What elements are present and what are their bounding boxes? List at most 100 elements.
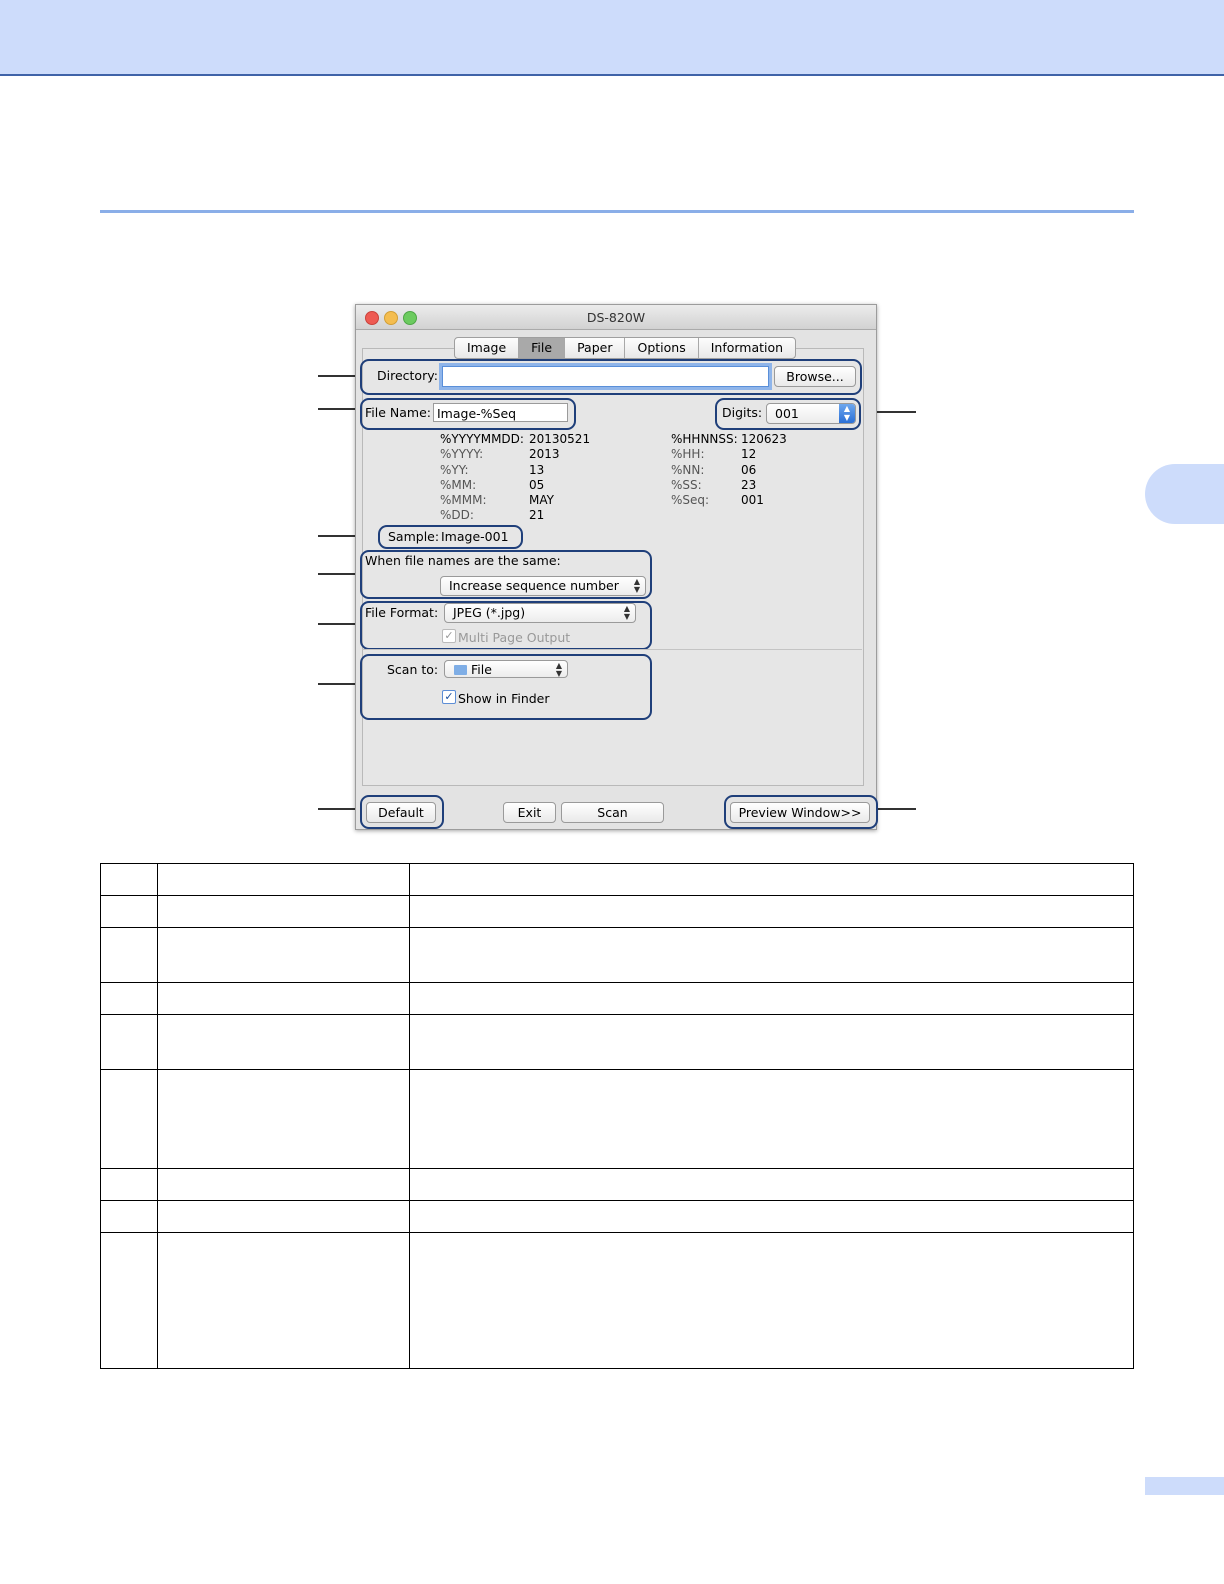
table-cell xyxy=(409,1168,1134,1201)
table-row xyxy=(100,1014,1134,1070)
table-row xyxy=(100,982,1134,1015)
scan-to-select[interactable]: File ▲ ▼ xyxy=(444,660,568,678)
var-value: 06 xyxy=(741,462,757,477)
variables-right-values: 120623 12 06 23 001 xyxy=(741,432,787,508)
var-value: 12 xyxy=(741,447,757,462)
multi-page-label: Multi Page Output xyxy=(458,630,571,645)
table-cell xyxy=(157,927,410,983)
table-row xyxy=(100,1069,1134,1169)
scan-to-label: Scan to: xyxy=(387,662,439,677)
var-key: %Seq: xyxy=(671,493,710,508)
table-cell xyxy=(157,863,410,896)
leader-line-preview xyxy=(877,808,916,810)
directory-label: Directory: xyxy=(377,368,438,383)
table-row xyxy=(100,863,1134,896)
variables-left-values: 20130521 2013 13 05 MAY 21 xyxy=(529,432,590,524)
var-value: 20130521 xyxy=(529,432,591,446)
table-cell xyxy=(157,1069,410,1169)
header-band xyxy=(0,0,1224,76)
table-cell xyxy=(409,1014,1134,1070)
var-value: 13 xyxy=(529,462,545,477)
stepper-arrows-icon: ▲ ▼ xyxy=(839,404,855,423)
var-key: %HH: xyxy=(671,447,705,462)
tab-image[interactable]: Image xyxy=(455,338,520,358)
var-value: 05 xyxy=(529,477,545,492)
digits-value: 001 xyxy=(775,406,799,421)
leader-line-directory xyxy=(318,375,360,377)
variables-left-keys: %YYYYMMDD: %YYYY: %YY: %MM: %MMM: %DD: xyxy=(440,432,524,524)
var-key: %MMM: xyxy=(440,493,487,508)
table-cell xyxy=(157,895,410,928)
var-value: 001 xyxy=(741,493,764,508)
leader-line-file-name xyxy=(318,408,360,410)
updown-arrows-icon: ▲ ▼ xyxy=(555,661,562,678)
scan-to-value: File xyxy=(471,662,492,677)
page-number-tab xyxy=(1145,1477,1224,1495)
digits-select[interactable]: 001 ▲ ▼ xyxy=(766,403,856,424)
table-cell xyxy=(409,982,1134,1015)
var-key: %YYYYMMDD: xyxy=(440,432,524,446)
leader-line-scan-to xyxy=(318,683,360,685)
table-cell xyxy=(157,1200,410,1233)
tab-paper[interactable]: Paper xyxy=(565,338,626,358)
browse-button[interactable]: Browse... xyxy=(774,366,856,387)
var-value: 2013 xyxy=(529,447,560,462)
show-in-finder-checkbox[interactable]: ✓ xyxy=(442,690,456,704)
file-name-field[interactable]: Image-%Seq xyxy=(433,403,568,422)
tab-bar: Image File Paper Options Information xyxy=(454,337,797,359)
tab-information[interactable]: Information xyxy=(699,338,795,358)
var-value: 23 xyxy=(741,477,757,492)
title-bar: DS-820W xyxy=(356,305,876,330)
variables-right-keys: %HHNNSS: %HH: %NN: %SS: %Seq: xyxy=(671,432,738,508)
leader-line-file-format xyxy=(318,623,360,625)
exit-button[interactable]: Exit xyxy=(503,802,556,823)
table-cell xyxy=(100,927,158,983)
table-row xyxy=(100,1232,1134,1369)
table-row xyxy=(100,895,1134,928)
table-cell xyxy=(409,895,1134,928)
var-key: %HHNNSS: xyxy=(671,432,738,446)
table-cell xyxy=(409,863,1134,896)
default-button[interactable]: Default xyxy=(366,802,436,823)
section-rule xyxy=(100,210,1134,213)
directory-field[interactable] xyxy=(442,366,769,387)
preview-window-button[interactable]: Preview Window>> xyxy=(730,802,870,823)
var-value: MAY xyxy=(529,493,554,508)
scan-button[interactable]: Scan xyxy=(561,802,664,823)
chapter-side-tab xyxy=(1145,464,1224,524)
var-value: 21 xyxy=(529,508,545,523)
sample-value: Image-001 xyxy=(441,529,509,544)
var-key: %MM: xyxy=(440,477,477,492)
var-key: %YY: xyxy=(440,462,469,477)
description-table xyxy=(100,863,1134,1369)
same-names-value: Increase sequence number xyxy=(449,578,619,593)
table-cell xyxy=(100,1232,158,1369)
table-cell xyxy=(409,1069,1134,1169)
var-value: 120623 xyxy=(741,432,787,446)
table-cell xyxy=(100,1200,158,1233)
table-cell xyxy=(409,1200,1134,1233)
table-cell xyxy=(409,927,1134,983)
same-names-select[interactable]: Increase sequence number ▲ ▼ xyxy=(440,576,646,596)
table-cell xyxy=(100,982,158,1015)
table-row xyxy=(100,1168,1134,1201)
table-cell xyxy=(409,1232,1134,1369)
sample-label: Sample: xyxy=(388,529,440,544)
file-format-value: JPEG (*.jpg) xyxy=(453,605,526,620)
tab-file[interactable]: File xyxy=(519,338,566,358)
file-name-label: File Name: xyxy=(365,405,431,420)
var-key: %NN: xyxy=(671,462,705,477)
var-key: %DD: xyxy=(440,508,474,523)
file-format-select[interactable]: JPEG (*.jpg) ▲ ▼ xyxy=(444,603,636,623)
tab-options[interactable]: Options xyxy=(625,338,699,358)
multi-page-checkbox[interactable]: ✓ xyxy=(442,629,456,643)
table-row xyxy=(100,1200,1134,1233)
table-cell xyxy=(157,982,410,1015)
table-row xyxy=(100,927,1134,983)
table-cell xyxy=(157,1168,410,1201)
table-cell xyxy=(157,1014,410,1070)
show-in-finder-label: Show in Finder xyxy=(458,691,550,706)
updown-arrows-icon: ▲ ▼ xyxy=(623,604,630,621)
table-cell xyxy=(100,1168,158,1201)
table-cell xyxy=(100,895,158,928)
